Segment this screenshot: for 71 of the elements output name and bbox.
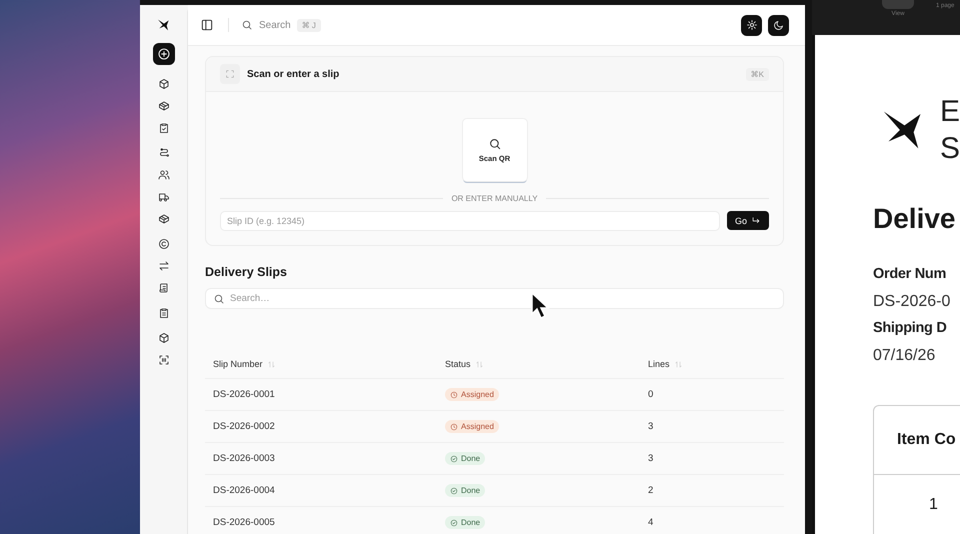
- settings-button[interactable]: [741, 14, 762, 36]
- logo-text: S: [940, 131, 960, 167]
- document-title: Delive: [873, 203, 956, 235]
- clock-icon: [450, 422, 458, 430]
- column-header[interactable]: Lines: [648, 359, 670, 369]
- search-label: Search: [259, 20, 291, 30]
- table-cell: DS-2026-0004: [213, 485, 275, 496]
- status-badge: Assigned: [445, 388, 499, 401]
- column-header[interactable]: Slip Number: [213, 359, 263, 369]
- search-icon: [213, 292, 225, 304]
- status-badge: Done: [445, 484, 486, 497]
- status-badge: Done: [445, 452, 486, 465]
- route-icon[interactable]: [158, 147, 170, 159]
- arrows-icon[interactable]: [158, 260, 170, 272]
- copyright-icon[interactable]: [158, 238, 170, 250]
- cube-icon[interactable]: [158, 78, 170, 90]
- table-cell: 3: [648, 421, 654, 432]
- table-cell: 2: [648, 485, 654, 496]
- card-title: Scan or enter a slip: [247, 68, 340, 80]
- go-button[interactable]: Go: [726, 211, 769, 230]
- table-cell: DS-2026-0003: [213, 453, 275, 464]
- cursor-icon: [530, 292, 550, 320]
- check-circle-icon: [450, 518, 458, 526]
- search-field[interactable]: Search…: [205, 288, 784, 309]
- field-label: Shipping D: [873, 319, 948, 338]
- package-icon[interactable]: [158, 100, 170, 112]
- check-circle-icon: [450, 486, 458, 494]
- moon-icon: [772, 19, 784, 31]
- enter-icon: [751, 216, 761, 226]
- check-circle-icon: [450, 454, 458, 462]
- table-cell: DS-2026-0001: [213, 389, 275, 400]
- column-header[interactable]: Status: [445, 359, 471, 369]
- table-cell: DS-2026-0002: [213, 421, 275, 432]
- divider-label: OR ENTER MANUALLY: [451, 194, 538, 203]
- logo-text: E: [940, 94, 960, 130]
- package-icon[interactable]: [158, 213, 170, 225]
- status-badge: Done: [445, 516, 486, 529]
- new-button[interactable]: [152, 43, 174, 65]
- clock-icon: [450, 390, 458, 398]
- search-icon: [241, 19, 253, 31]
- shortcut-key: ⌘ J: [296, 18, 321, 32]
- table-cell: 0: [648, 389, 654, 400]
- field-value: 07/16/26: [873, 346, 936, 366]
- column-header: Item Co: [897, 431, 956, 449]
- users-icon[interactable]: [158, 169, 170, 181]
- sidebar-toggle-icon[interactable]: [200, 18, 214, 32]
- table-cell: 4: [648, 517, 654, 528]
- slip-id-field[interactable]: Slip ID (e.g. 12345): [220, 211, 720, 231]
- search-icon: [488, 137, 502, 151]
- sort-icon: [266, 360, 276, 368]
- table-cell: 1: [929, 496, 938, 514]
- shortcut-key: ⌘K: [746, 68, 769, 80]
- clipboard-list-icon[interactable]: [158, 307, 170, 319]
- table-cell: DS-2026-0005: [213, 517, 275, 528]
- status-badge: Assigned: [445, 420, 499, 433]
- sort-icon: [674, 360, 683, 368]
- sort-icon: [474, 360, 484, 368]
- section-title: Delivery Slips: [205, 265, 288, 279]
- scroll-icon[interactable]: [158, 282, 170, 294]
- table-cell: 3: [648, 453, 654, 464]
- scan-frame-icon: [225, 69, 235, 79]
- theme-button[interactable]: [768, 14, 789, 36]
- truck-icon[interactable]: [158, 191, 170, 203]
- field-value: DS-2026-0: [873, 292, 952, 312]
- clipboard-check-icon[interactable]: [158, 122, 170, 134]
- search-button[interactable]: Search ⌘ J: [241, 18, 321, 32]
- cube-icon[interactable]: [158, 332, 170, 344]
- plus-circle-icon: [156, 47, 170, 61]
- field-label: Order Num: [873, 265, 948, 284]
- scan-icon[interactable]: [158, 354, 170, 366]
- logo-icon: [156, 17, 172, 33]
